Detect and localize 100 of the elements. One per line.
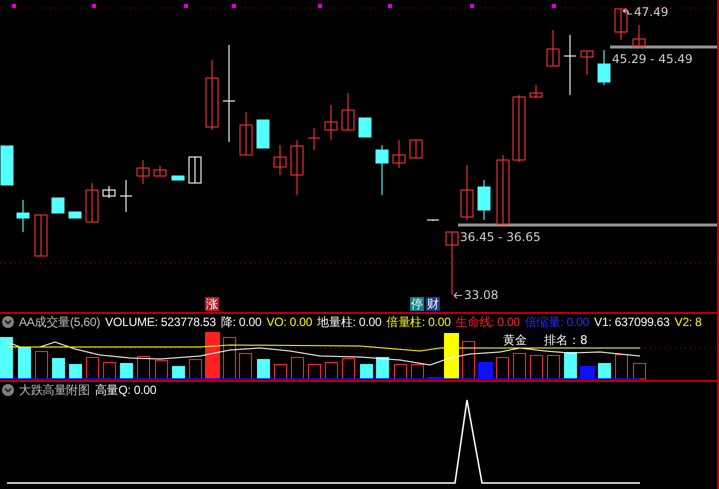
candlestick [172, 176, 184, 180]
candlestick [308, 128, 320, 150]
candlestick [154, 166, 166, 176]
signal-marker [232, 4, 236, 8]
candlestick [392, 140, 406, 168]
signal-marker [12, 4, 16, 8]
volume-bar [308, 364, 321, 380]
candlestick [460, 164, 474, 220]
volume-bar [86, 357, 99, 380]
signal-marker [388, 4, 392, 8]
price-range-label: 36.45 - 36.65 [460, 230, 541, 244]
volume-bar [155, 360, 168, 380]
event-badge[interactable]: 财 [426, 297, 440, 311]
indicator-value: 高量Q: 0.00 [94, 382, 156, 398]
candlestick [342, 92, 354, 130]
volume-bar [69, 364, 82, 380]
volume-bar [257, 359, 270, 380]
signal-marker [184, 4, 188, 8]
volume-bar [633, 363, 646, 380]
volume-bar [444, 333, 459, 380]
volume-bar [52, 358, 65, 380]
volume-bar [615, 354, 628, 380]
candlestick [290, 140, 304, 196]
volume-bar [189, 359, 202, 380]
candlestick [410, 140, 422, 158]
candlestick [16, 200, 30, 232]
signal-label: 黄金 [503, 332, 527, 349]
collapse-icon[interactable] [2, 384, 14, 396]
candlestick [256, 120, 270, 148]
indicator-value: 倍量柱: 0.00 [386, 314, 451, 330]
volume-bar [411, 364, 424, 380]
candlestick [512, 94, 526, 162]
signal-marker [470, 4, 474, 8]
collapse-icon[interactable] [2, 316, 14, 328]
indicator-value: 降: 0.00 [220, 314, 262, 330]
volume-bar [462, 341, 475, 380]
volume-bar [360, 364, 373, 380]
indicator-title: AA成交量(5,60) [19, 314, 100, 330]
volume-bar [291, 357, 304, 380]
candlestick [188, 156, 202, 184]
candlestick [478, 180, 490, 220]
candlestick [86, 182, 98, 222]
candlestick [530, 84, 542, 98]
candlestick [546, 30, 560, 66]
event-badge[interactable]: 涨 [205, 297, 219, 311]
indicator-value: V2: 8 [674, 315, 702, 329]
price-range-label: 45.29 - 45.49 [612, 52, 693, 66]
candlestick [358, 118, 372, 138]
volume-bar [120, 363, 133, 380]
event-badge[interactable]: 停 [410, 297, 424, 311]
candlestick [52, 198, 64, 214]
candlestick [120, 180, 132, 212]
signal-marker [92, 4, 96, 8]
volume-bar [325, 362, 338, 380]
volume-bar [342, 358, 355, 380]
volume-bar [564, 352, 577, 380]
candlestick [206, 60, 218, 130]
candlestick [580, 50, 594, 76]
candlestick [136, 160, 150, 184]
candlestick [496, 154, 510, 224]
volume-bar [547, 355, 560, 380]
volume-bar [274, 364, 287, 380]
volume-bar [205, 332, 220, 380]
arrow-left-icon [453, 292, 462, 298]
candlestick [598, 50, 610, 86]
rank-label: 排名：8 [544, 332, 588, 349]
volume-bar [223, 337, 236, 380]
candlestick [614, 8, 628, 40]
indicator-title: 大跌高量附图 [19, 382, 90, 398]
candlestick [324, 104, 338, 140]
price-label: 33.08 [464, 288, 498, 302]
volume-bar [18, 347, 31, 380]
candlestick [376, 144, 388, 196]
candlestick [632, 24, 646, 48]
candlestick [34, 214, 48, 256]
volume-bar [137, 356, 150, 380]
indicator-value: 倍缩量: 0.00 [524, 314, 590, 330]
signal-marker [318, 4, 322, 8]
signal-marker [552, 4, 556, 8]
candlestick [274, 144, 286, 176]
indicator-value: 地量柱: 0.00 [317, 314, 382, 330]
indicator-value: V1: 637099.63 [594, 315, 670, 329]
indicator-value: VO: 0.00 [266, 315, 312, 329]
volume-bar [35, 351, 48, 380]
candlestick [102, 186, 116, 198]
volume-bar [0, 337, 13, 380]
volume-bar [427, 377, 442, 380]
indicator-value: VOLUME: 523778.53 [105, 315, 216, 329]
volume-bar [103, 362, 116, 380]
price-label: 47.49 [634, 5, 668, 19]
volume-bar [530, 355, 543, 380]
candlestick [0, 146, 14, 186]
candlestick [68, 212, 82, 218]
volume-bar [239, 353, 252, 380]
volume-bar [376, 357, 389, 380]
volume-bar [172, 366, 185, 380]
volume-bar [496, 357, 509, 380]
volume-bar [580, 366, 595, 380]
hook-icon [622, 8, 632, 16]
indicator-value: 生命线: 0.00 [456, 314, 520, 330]
